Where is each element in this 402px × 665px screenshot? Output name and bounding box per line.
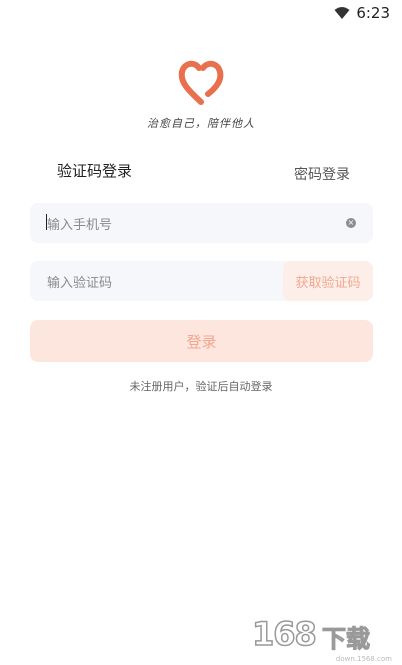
status-time: 6:23 bbox=[356, 4, 390, 22]
watermark-url: down.1568.com bbox=[335, 655, 392, 663]
watermark-digits: 168 bbox=[251, 614, 317, 654]
watermark-chars: 下载 bbox=[322, 625, 371, 654]
code-placeholder: 输入验证码 bbox=[47, 276, 113, 291]
clear-icon[interactable]: × bbox=[346, 218, 356, 228]
login-button[interactable]: 登录 bbox=[30, 320, 373, 362]
heart-logo-icon bbox=[178, 60, 224, 105]
login-tabs: 验证码登录 密码登录 bbox=[0, 158, 402, 188]
tab-sms-login[interactable]: 验证码登录 bbox=[57, 160, 132, 181]
phone-placeholder: 输入手机号 bbox=[47, 218, 113, 233]
wifi-icon bbox=[334, 7, 350, 19]
slogan: 治愈自己，陪伴他人 bbox=[147, 117, 255, 130]
register-hint: 未注册用户，验证后自动登录 bbox=[129, 380, 273, 393]
watermark-logo: 168 下载 down.1568.com bbox=[251, 614, 392, 663]
status-bar: 6:23 bbox=[0, 0, 402, 26]
phone-input[interactable]: 输入手机号 × bbox=[30, 203, 373, 243]
code-input[interactable]: 输入验证码 获取验证码 bbox=[30, 261, 373, 301]
tab-password-login[interactable]: 密码登录 bbox=[294, 164, 350, 184]
app-logo bbox=[0, 58, 402, 110]
get-code-button[interactable]: 获取验证码 bbox=[283, 261, 373, 301]
